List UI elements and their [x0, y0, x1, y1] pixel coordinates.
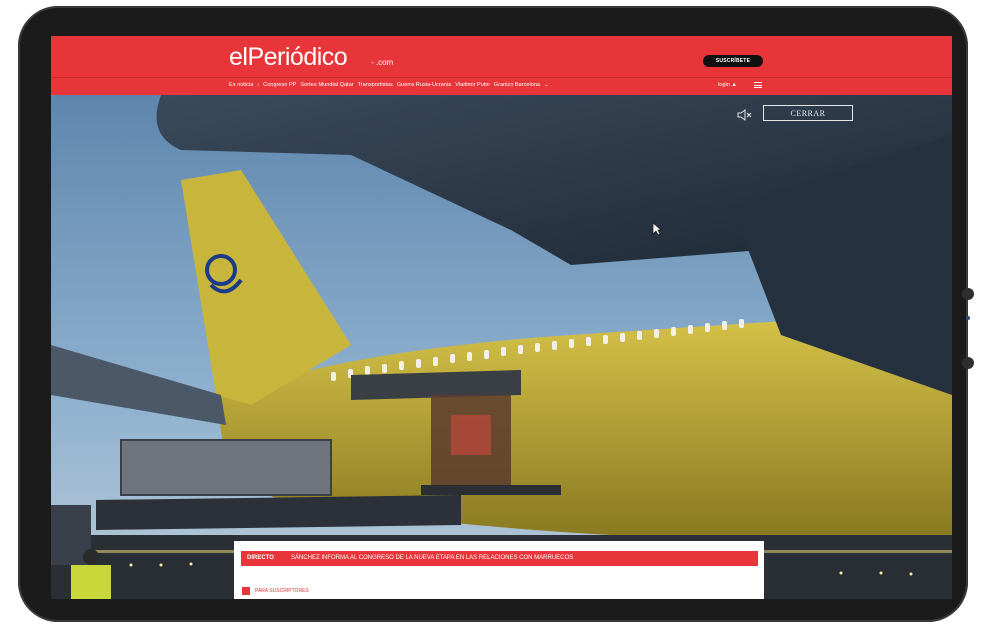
logo-suffix: - .com [371, 58, 394, 67]
sensor-dot [966, 316, 970, 320]
subscribe-button[interactable]: SUSCRÍBETE [703, 55, 763, 67]
button-icon [962, 357, 974, 369]
nav-label-es-noticia: Es noticia [229, 82, 254, 88]
live-news-card: DIRECTO SÁNCHEZ INFORMA AL CONGRESO DE L… [234, 541, 764, 599]
nav-item-putin[interactable]: Vladimir Putin [455, 82, 490, 92]
close-video-button[interactable]: CERRAR [763, 105, 853, 121]
speaker-muted-icon[interactable] [737, 109, 753, 121]
menu-icon[interactable] [754, 82, 762, 88]
divider [51, 77, 952, 78]
site-logo[interactable]: elPeriódico [229, 43, 348, 72]
nav-item-guerra[interactable]: Guerra Rusia-Ucrania [397, 82, 451, 92]
subscribers-label: PARA SUSCRIPTORES [255, 588, 309, 594]
video-player[interactable]: CERRAR [51, 95, 952, 599]
nav-item-granizo[interactable]: Granizo Barcelona [494, 82, 540, 92]
site-header: elPeriódico - .com SUSCRÍBETE Es noticia… [51, 36, 952, 95]
nav-item-sorteo-mundial[interactable]: Sorteo Mundial Qatar [300, 82, 353, 92]
topic-nav: Es noticia › Congreso PP Sorteo Mundial … [229, 82, 549, 92]
login-label: login [718, 82, 730, 88]
live-tag: DIRECTO [247, 555, 274, 561]
live-headline-bar[interactable]: DIRECTO SÁNCHEZ INFORMA AL CONGRESO DE L… [241, 551, 758, 566]
camera-icon [962, 288, 974, 300]
user-icon: ▲ [731, 82, 737, 88]
speaker-muted-icon-svg [737, 109, 752, 121]
chevron-down-icon[interactable]: ⌄ [544, 82, 549, 92]
video-frame [51, 95, 952, 599]
mouse-cursor-icon [652, 222, 662, 236]
nav-item-congreso-pp[interactable]: Congreso PP [263, 82, 296, 92]
subscriber-badge-icon [242, 587, 250, 595]
live-headline[interactable]: SÁNCHEZ INFORMA AL CONGRESO DE LA NUEVA … [291, 551, 573, 566]
nav-separator-icon: › [257, 82, 260, 88]
login-link[interactable]: login ▲ [718, 82, 737, 88]
screen: elPeriódico - .com SUSCRÍBETE Es noticia… [51, 36, 952, 599]
nav-item-transportistas[interactable]: Transportistas [358, 82, 393, 92]
